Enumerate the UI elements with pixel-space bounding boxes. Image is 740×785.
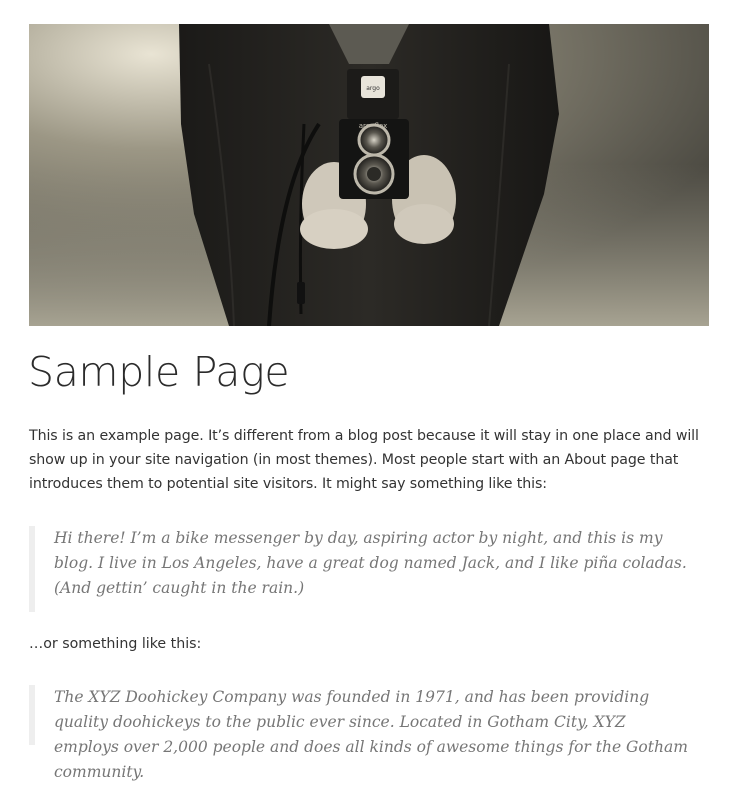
blockquote-text: Hi there! I’m a bike messenger by day, a… — [54, 529, 687, 597]
or-paragraph: …or something like this: — [29, 636, 202, 652]
blockquote-company: The XYZ Doohickey Company was founded in… — [29, 685, 710, 781]
page-title: Sample Page — [28, 348, 290, 396]
page: argo argoflex Sample Page This is an exa… — [0, 0, 740, 781]
featured-image: argo argoflex — [29, 24, 709, 326]
intro-paragraph: This is an example page. It’s different … — [29, 428, 699, 492]
blockquote-text: The XYZ Doohickey Company was founded in… — [54, 688, 688, 781]
featured-photo: argo argoflex — [29, 24, 709, 326]
blockquote-personal: Hi there! I’m a bike messenger by day, a… — [29, 526, 710, 612]
svg-text:argo: argo — [366, 85, 380, 92]
